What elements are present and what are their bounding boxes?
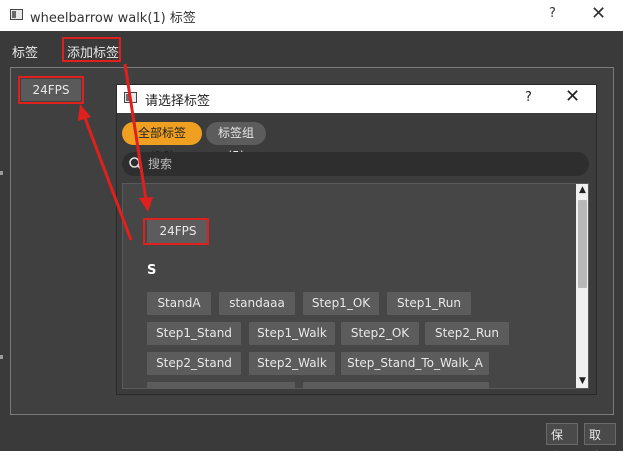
- window-titlebar: wheelbarrow walk(1) 标签 ? ✕: [0, 0, 623, 31]
- edge-mark: [0, 171, 3, 175]
- tag-chip[interactable]: Step1_Walk: [249, 322, 335, 345]
- menu-item-tags[interactable]: 标签: [12, 42, 38, 61]
- menu-bar: 标签 添加标签: [0, 31, 623, 65]
- tag-chip-partial[interactable]: [147, 382, 295, 388]
- scroll-up-icon[interactable]: ▲: [577, 185, 588, 196]
- cancel-button[interactable]: 取消: [584, 423, 616, 451]
- dialog-help-button[interactable]: ?: [525, 90, 532, 105]
- tag-chip-partial[interactable]: [303, 382, 489, 388]
- tag-chip[interactable]: standaaa: [219, 292, 295, 315]
- tag-chip[interactable]: StandA: [147, 292, 211, 315]
- edge-mark: [0, 355, 3, 359]
- tag-chip[interactable]: Step2_OK: [341, 322, 419, 345]
- tag-chip[interactable]: Step1_Run: [387, 292, 471, 315]
- list-scrollbar[interactable]: ▲ ▼: [576, 184, 588, 388]
- tab-all-tags[interactable]: 全部标签(16): [122, 122, 202, 163]
- tag-chip[interactable]: Step1_Stand: [147, 322, 241, 345]
- search-icon: [129, 157, 143, 171]
- window-title: wheelbarrow walk(1) 标签: [30, 11, 196, 26]
- section-header-s: S: [147, 263, 157, 278]
- search-box: [122, 152, 589, 176]
- tag-chip[interactable]: Step2_Walk: [249, 352, 335, 375]
- tag-chip[interactable]: Step1_OK: [303, 292, 379, 315]
- app-icon: [10, 9, 23, 20]
- scroll-thumb[interactable]: [578, 200, 587, 288]
- dialog-title: 请选择标签: [145, 94, 211, 109]
- tag-chip[interactable]: Step2_Run: [425, 322, 509, 345]
- close-icon[interactable]: ✕: [591, 3, 606, 24]
- dialog-app-icon: [124, 92, 137, 103]
- dialog-titlebar: 请选择标签 ? ✕: [117, 85, 596, 113]
- help-button[interactable]: ?: [549, 6, 556, 21]
- tag-list[interactable]: 24FPS S StandA standaaa Step1_OK Step1_R…: [122, 183, 589, 389]
- scroll-down-icon[interactable]: ▼: [577, 376, 588, 387]
- tab-tag-groups[interactable]: 标签组(5): [206, 122, 266, 163]
- tag-chip[interactable]: Step_Stand_To_Walk_A: [341, 352, 489, 375]
- save-button[interactable]: 保存: [546, 423, 578, 451]
- tag-chip-24fps[interactable]: 24FPS: [147, 220, 209, 243]
- menu-item-add-tag[interactable]: 添加标签: [67, 42, 119, 61]
- search-input[interactable]: [148, 154, 578, 174]
- dialog-close-icon[interactable]: ✕: [565, 86, 580, 107]
- select-tag-dialog: 请选择标签 ? ✕ 全部标签(16) 标签组(5) 24FPS S StandA…: [116, 84, 597, 395]
- tag-chip-24fps[interactable]: 24FPS: [21, 79, 81, 101]
- tag-chip[interactable]: Step2_Stand: [147, 352, 241, 375]
